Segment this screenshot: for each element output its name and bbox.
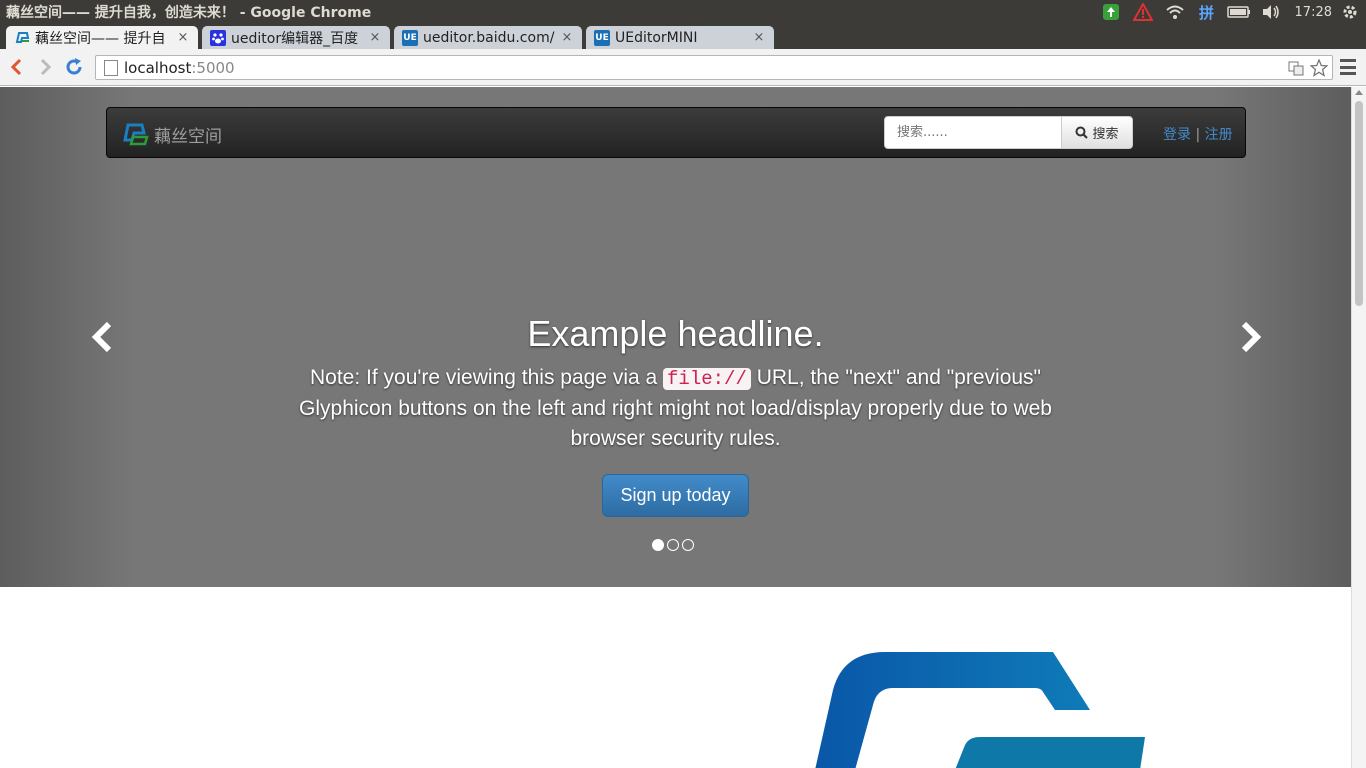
forward-button[interactable]	[34, 55, 58, 79]
tab-ousi-home[interactable]: 藕丝空间—— 提升自 ×	[6, 26, 198, 49]
warning-icon[interactable]	[1127, 0, 1159, 24]
battery-icon[interactable]	[1223, 0, 1255, 24]
carousel-prev-button[interactable]	[82, 317, 122, 357]
address-bar[interactable]: localhost:5000	[95, 55, 1333, 80]
vertical-scrollbar[interactable]	[1351, 87, 1366, 768]
ousi-logo-icon	[14, 30, 30, 46]
back-button[interactable]	[4, 55, 28, 79]
input-method-indicator[interactable]: 拼	[1191, 0, 1223, 24]
chevron-left-icon	[91, 321, 112, 353]
tab-close-icon[interactable]: ×	[368, 30, 382, 45]
brand[interactable]: 藕丝空间	[121, 120, 222, 148]
carousel-note: Note: If you're viewing this page via a …	[290, 363, 1061, 454]
tab-ueditor-site[interactable]: UE ueditor.baidu.com/ ×	[394, 26, 582, 49]
url-text: localhost:5000	[124, 59, 235, 77]
ue-logo-icon: UE	[594, 29, 610, 46]
reload-icon	[66, 58, 82, 75]
note-text-before: Note: If you're viewing this page via a	[309, 366, 658, 389]
auth-links: 登录 | 注册	[1163, 124, 1233, 144]
system-tray: 拼 17:28	[1095, 0, 1366, 24]
site-navbar: 藕丝空间 搜索 登录 | 注册	[106, 107, 1246, 158]
bookmark-star-icon[interactable]	[1310, 59, 1328, 77]
hero-carousel: 藕丝空间 搜索 登录 | 注册 Example headline. Note: …	[0, 87, 1351, 587]
sign-up-button[interactable]: Sign up today	[602, 474, 749, 517]
tab-label: ueditor.baidu.com/	[423, 29, 555, 46]
carousel-indicator-3[interactable]	[682, 539, 694, 551]
search-input[interactable]	[884, 116, 1062, 149]
update-icon[interactable]	[1095, 0, 1127, 24]
search-icon	[1075, 126, 1089, 139]
page-viewport: 藕丝空间 搜索 登录 | 注册 Example headline. Note: …	[0, 87, 1351, 768]
scroll-thumb[interactable]	[1355, 101, 1363, 306]
browser-toolbar: localhost:5000	[0, 49, 1366, 86]
tab-close-icon[interactable]: ×	[560, 30, 574, 45]
window-title: 藕丝空间—— 提升自我，创造未来！ - Google Chrome	[6, 5, 372, 21]
search-button[interactable]: 搜索	[1061, 116, 1133, 149]
back-arrow-icon	[10, 58, 22, 76]
reload-button[interactable]	[62, 55, 86, 79]
chevron-right-icon	[1241, 321, 1262, 353]
url-port: :5000	[191, 58, 235, 77]
ue-logo-icon: UE	[402, 29, 418, 46]
wifi-icon[interactable]	[1159, 0, 1191, 24]
brand-name: 藕丝空间	[154, 126, 222, 147]
tab-label: ueditor编辑器_百度	[231, 30, 359, 47]
register-link[interactable]: 注册	[1205, 127, 1233, 143]
carousel-headline: Example headline.	[527, 313, 824, 354]
tab-label: 藕丝空间—— 提升自	[35, 30, 166, 47]
translate-icon[interactable]	[1288, 60, 1304, 76]
tab-strip: 藕丝空间—— 提升自 × ueditor编辑器_百度 × UE ueditor.…	[0, 24, 1366, 69]
ousi-logo-icon	[123, 123, 149, 146]
ousi-logo-icon	[815, 652, 1145, 768]
login-link[interactable]: 登录	[1163, 127, 1191, 143]
input-method-label: 拼	[1199, 3, 1215, 22]
carousel-next-button[interactable]	[1231, 317, 1271, 357]
scroll-up-arrow-icon[interactable]	[1355, 90, 1363, 95]
os-title-bar: 藕丝空间—— 提升自我，创造未来！ - Google Chrome 拼 17:2…	[0, 0, 1366, 24]
ousi-large-logo	[815, 650, 1155, 768]
settings-gear-icon[interactable]	[1340, 0, 1360, 24]
forward-arrow-icon	[40, 58, 52, 76]
tab-label: UEditorMINI	[615, 29, 698, 46]
chrome-menu-icon[interactable]	[1340, 59, 1356, 75]
search-button-label: 搜索	[1092, 127, 1119, 142]
carousel-caption: Example headline. Note: If you're viewin…	[290, 309, 1061, 517]
page-icon	[104, 59, 118, 76]
baidu-paw-icon	[210, 29, 226, 46]
clock[interactable]: 17:28	[1287, 0, 1340, 24]
note-code: file://	[663, 368, 751, 390]
tab-ueditor-baidu[interactable]: ueditor编辑器_百度 ×	[202, 26, 390, 49]
volume-icon[interactable]	[1255, 0, 1287, 24]
tab-close-icon[interactable]: ×	[752, 30, 766, 45]
carousel-indicator-1[interactable]	[652, 539, 664, 551]
carousel-indicators	[652, 539, 694, 551]
carousel-indicator-2[interactable]	[667, 539, 679, 551]
tab-close-icon[interactable]: ×	[176, 30, 190, 45]
tab-ueditor-mini[interactable]: UE UEditorMINI ×	[586, 26, 774, 49]
auth-separator: |	[1195, 127, 1201, 143]
url-host: localhost	[124, 58, 192, 77]
